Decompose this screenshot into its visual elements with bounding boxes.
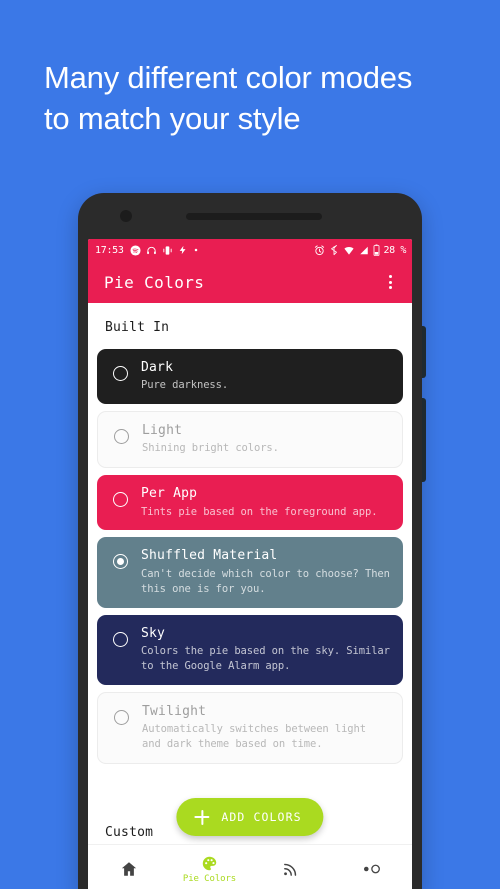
theme-subtitle: Colors the pie based on the sky. Similar…	[141, 644, 390, 672]
theme-subtitle: Pure darkness.	[141, 379, 229, 392]
headline-line-1: Many different color modes	[44, 60, 413, 95]
theme-card-text: Sky Colors the pie based on the sky. Simi…	[141, 626, 391, 674]
battery-percentage: 28 %	[383, 244, 407, 256]
wifi-icon	[343, 246, 354, 255]
radio-shuffled-material[interactable]	[113, 554, 128, 570]
nav-item-home[interactable]	[88, 845, 169, 889]
nav-item-pie-colors[interactable]: Pie Colors	[169, 845, 250, 889]
theme-card-text: Dark Pure darkness.	[141, 360, 391, 393]
phone-mockup: 17:53 28 % Pie Colors Built In Dark Pure…	[78, 193, 426, 889]
add-colors-button[interactable]: ADD COLORS	[176, 798, 324, 836]
theme-card-per-app[interactable]: Per App Tints pie based on the foreground…	[97, 475, 403, 531]
theme-subtitle: Automatically switches between light and…	[142, 722, 366, 750]
theme-title: Dark	[141, 360, 174, 375]
status-bar-notification-icons	[130, 244, 314, 256]
plus-icon	[194, 809, 210, 825]
theme-card-sky[interactable]: Sky Colors the pie based on the sky. Simi…	[97, 614, 403, 685]
radio-dark[interactable]	[113, 366, 128, 381]
dot-icon	[194, 248, 197, 252]
theme-card-light[interactable]: Light Shining bright colors.	[97, 411, 403, 469]
theme-card-text: Shuffled Material Can't decide which colo…	[141, 548, 391, 596]
theme-subtitle: Can't decide which color to choose? Then…	[141, 567, 390, 595]
theme-card-shuffled-material[interactable]: Shuffled Material Can't decide which colo…	[97, 537, 403, 608]
section-header-built-in: Built In	[105, 320, 170, 335]
theme-subtitle: Shining bright colors.	[142, 442, 279, 455]
nav-item-more[interactable]	[331, 845, 412, 889]
status-bar-system-icons: 28 %	[314, 244, 406, 256]
radio-twilight[interactable]	[114, 709, 129, 725]
promo-headline: Many different color modes to match your…	[44, 58, 474, 140]
radio-sky[interactable]	[113, 631, 128, 647]
section-header-custom: Custom	[105, 825, 154, 840]
bluetooth-icon	[330, 244, 337, 255]
nav-label-pie-colors: Pie Colors	[182, 873, 237, 884]
battery-icon	[373, 244, 379, 256]
overflow-menu-icon[interactable]	[380, 271, 400, 293]
volume-button[interactable]	[422, 398, 426, 482]
flash-icon	[179, 245, 186, 255]
theme-card-dark[interactable]: Dark Pure darkness.	[97, 349, 403, 405]
palette-icon	[202, 856, 217, 870]
theme-card-text: Light Shining bright colors.	[142, 423, 390, 456]
theme-title: Shuffled Material	[141, 548, 278, 564]
spotify-icon	[130, 244, 141, 256]
theme-list: Built In Dark Pure darkness. Light Shining …	[88, 303, 412, 844]
app-title: Pie Colors	[104, 272, 205, 292]
status-bar: 17:53 28 %	[88, 239, 412, 261]
theme-title: Per App	[141, 486, 198, 502]
nav-item-feed[interactable]	[250, 845, 331, 889]
app-bar: Pie Colors	[88, 261, 412, 303]
theme-card-list: Dark Pure darkness. Light Shining bright co…	[97, 349, 403, 764]
theme-card-text: Per App Tints pie based on the foreground…	[141, 486, 391, 519]
power-button[interactable]	[422, 326, 426, 378]
theme-title: Light	[142, 423, 183, 439]
status-bar-clock: 17:53	[95, 244, 124, 256]
home-icon	[121, 862, 136, 876]
radio-light[interactable]	[114, 429, 129, 445]
rss-icon	[284, 863, 297, 876]
theme-card-text: Twilight Automatically switches between l…	[142, 704, 390, 752]
bottom-navigation: Pie Colors	[88, 844, 412, 889]
theme-subtitle: Tints pie based on the foreground app.	[141, 505, 378, 518]
cellular-signal-icon	[359, 246, 368, 254]
radio-per-app[interactable]	[113, 492, 128, 508]
theme-title: Twilight	[142, 703, 207, 719]
headline-line-2: to match your style	[44, 100, 301, 136]
phone-screen: 17:53 28 % Pie Colors Built In Dark Pure…	[88, 239, 412, 889]
front-camera-icon	[120, 210, 132, 222]
headphones-icon	[146, 246, 156, 254]
earpiece-speaker	[186, 213, 322, 220]
add-colors-label: ADD COLORS	[221, 810, 302, 824]
toggle-circles-icon	[363, 864, 380, 874]
alarm-icon	[314, 244, 324, 255]
theme-title: Sky	[141, 625, 166, 641]
vibrate-icon	[162, 245, 172, 255]
theme-card-twilight[interactable]: Twilight Automatically switches between l…	[97, 691, 403, 764]
